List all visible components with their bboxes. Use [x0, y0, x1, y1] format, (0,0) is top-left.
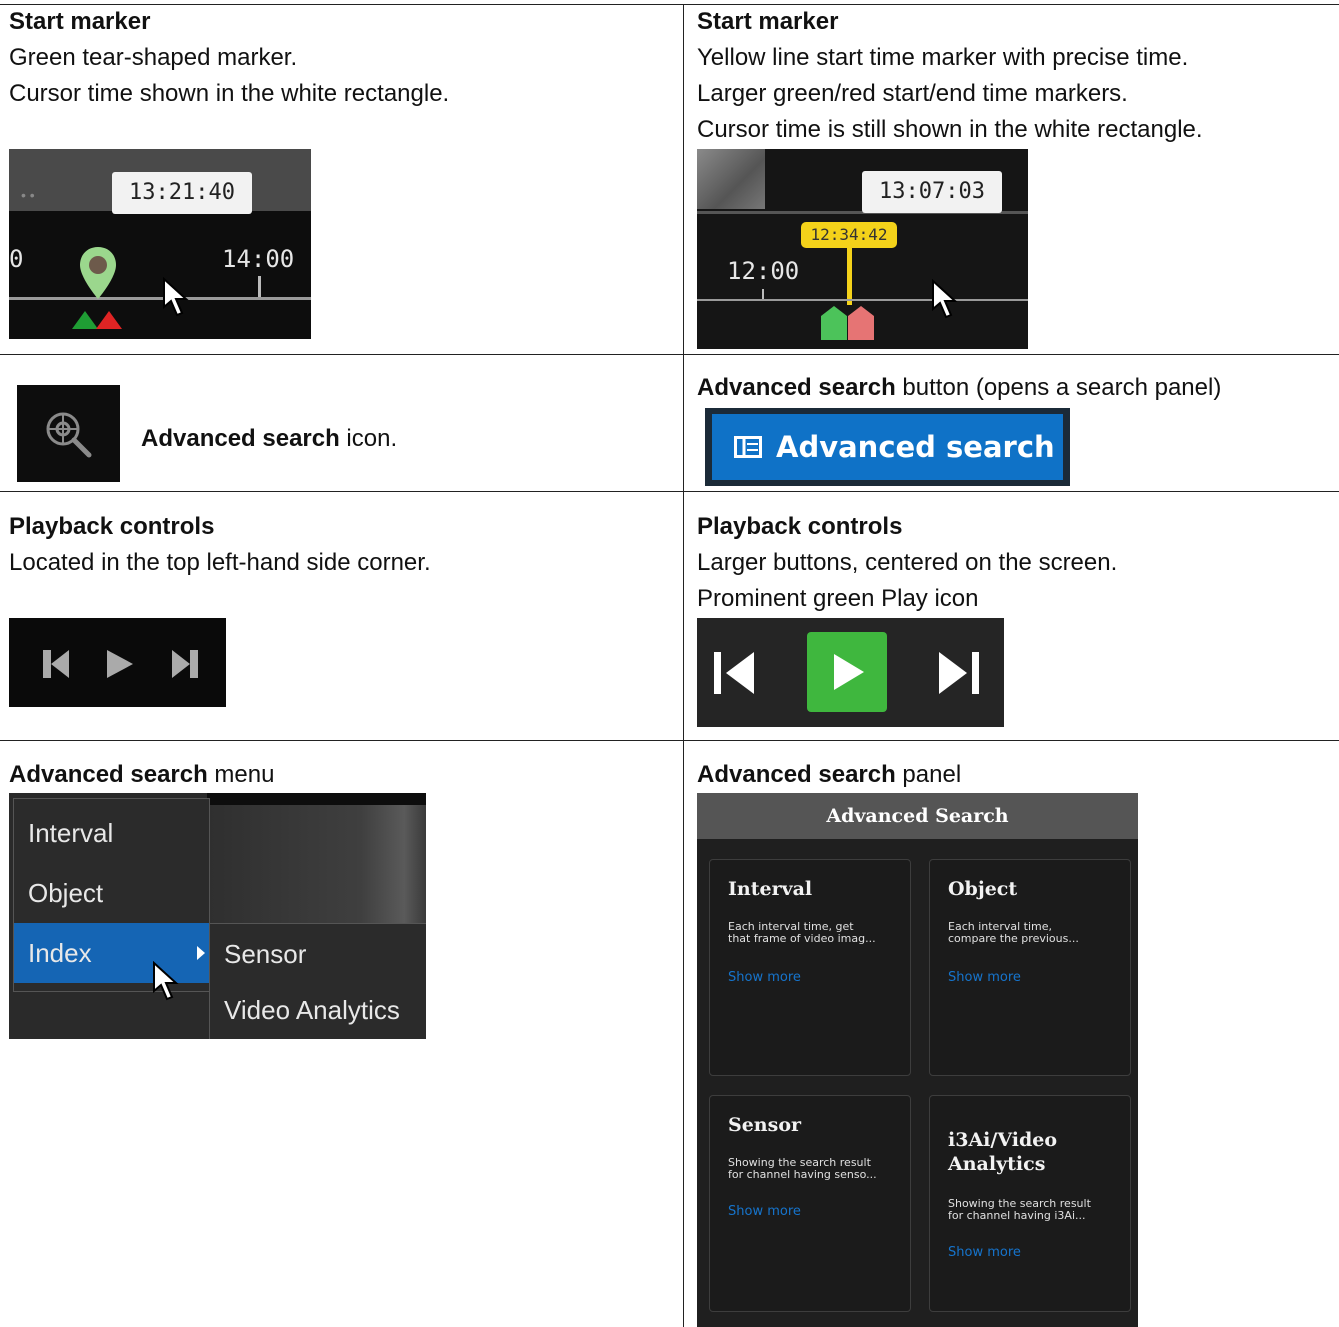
card-description: Showing the search result for channel ha…: [948, 1197, 1091, 1222]
row4-right-caption: Advanced search panel: [697, 757, 961, 793]
card-title: Sensor: [728, 1114, 802, 1136]
tick-label-left: 12:00: [727, 257, 800, 285]
card-title: i3Ai/Video Analytics: [948, 1129, 1058, 1175]
timeline-axis: [9, 297, 311, 300]
submenu-arrow-icon: [197, 946, 205, 960]
row1-right-line-2: Larger green/red start/end time markers.: [697, 80, 1128, 107]
row1-left-line-2: Cursor time shown in the white rectangle…: [9, 80, 450, 107]
panel-title: Advanced Search: [697, 793, 1138, 839]
row-divider-2: [0, 491, 1339, 492]
row1-right-heading: Start marker: [697, 8, 839, 35]
row2-right-caption: Advanced search button (opens a search p…: [697, 370, 1221, 406]
tick-label-left: 0: [9, 245, 24, 273]
show-more-link[interactable]: Show more: [948, 1245, 1021, 1260]
search-card-sensor[interactable]: Sensor Showing the search result for cha…: [709, 1095, 911, 1312]
mouse-cursor-icon: [163, 277, 189, 317]
start-time-tag: 12:34:42: [801, 222, 897, 248]
table-top-border: [0, 4, 1339, 5]
skip-forward-icon[interactable]: [939, 652, 981, 694]
tick-mark: [762, 289, 764, 299]
playback-controls-new: [697, 618, 1004, 727]
mouse-cursor-icon: [932, 279, 958, 319]
play-icon[interactable]: [107, 650, 133, 678]
video-thumbnail: [697, 149, 765, 209]
row3-right-line-1: Larger buttons, centered on the screen.: [697, 549, 1118, 576]
playback-controls-old: [9, 618, 226, 707]
submenu-item-sensor[interactable]: Sensor: [210, 924, 426, 984]
dots-icon: • •: [21, 187, 35, 203]
table-column-divider: [683, 4, 684, 1327]
row2-left-bold: Advanced search: [141, 425, 340, 452]
skip-back-icon[interactable]: [714, 652, 756, 694]
row4-right-text: panel: [895, 761, 962, 788]
search-card-video-analytics[interactable]: i3Ai/Video Analytics Showing the search …: [929, 1095, 1131, 1312]
search-card-object[interactable]: Object Each interval time, compare the p…: [929, 859, 1131, 1076]
advanced-search-icon-screenshot: [17, 385, 120, 482]
cursor-time-box: 13:07:03: [862, 171, 1002, 213]
skip-back-icon[interactable]: [43, 650, 69, 678]
row2-left-caption: Advanced search icon.: [141, 421, 397, 457]
cursor-time-box: 13:21:40: [112, 172, 252, 214]
row4-left-caption: Advanced search menu: [9, 757, 274, 793]
row3-right-line-2: Prominent green Play icon: [697, 585, 979, 612]
tick-label-right: 14:00: [222, 245, 295, 273]
card-description: Each interval time, get that frame of vi…: [728, 920, 876, 945]
play-icon: [834, 654, 864, 690]
advanced-search-button[interactable]: Advanced search: [712, 414, 1063, 480]
row3-left-line-1: Located in the top left-hand side corner…: [9, 549, 431, 576]
advanced-search-menu-screenshot: Interval Object Index Sensor Video Analy…: [9, 793, 426, 1039]
search-card-interval[interactable]: Interval Each interval time, get that fr…: [709, 859, 911, 1076]
row2-right-bold: Advanced search: [697, 374, 896, 401]
menu-item-object[interactable]: Object: [14, 863, 209, 923]
show-more-link[interactable]: Show more: [728, 1204, 801, 1219]
row3-left-heading: Playback controls: [9, 513, 215, 540]
row1-right-line-1: Yellow line start time marker with preci…: [697, 44, 1189, 71]
show-more-link[interactable]: Show more: [948, 970, 1021, 985]
row1-left-heading: Start marker: [9, 8, 151, 35]
row2-left-text: icon.: [339, 425, 398, 452]
advanced-search-panel: Advanced Search Interval Each interval t…: [697, 793, 1138, 1327]
index-submenu: Sensor Video Analytics: [209, 923, 426, 1039]
timeline-screenshot-old: • • 13:21:40 0 14:00: [9, 149, 311, 339]
submenu-item-video-analytics[interactable]: Video Analytics: [210, 980, 426, 1039]
show-more-link[interactable]: Show more: [728, 970, 801, 985]
row1-left-line-1: Green tear-shaped marker.: [9, 44, 298, 71]
tick-mark: [258, 276, 261, 297]
advanced-search-button-screenshot: Advanced search: [705, 408, 1070, 486]
timeline-screenshot-new: 13:07:03 12:34:42 12:00: [697, 149, 1028, 349]
row4-right-bold: Advanced search: [697, 761, 896, 788]
timeline-axis: [697, 299, 1028, 301]
row-divider-1: [0, 354, 1339, 355]
start-time-line[interactable]: [847, 248, 852, 305]
start-marker-pin-icon[interactable]: [78, 245, 118, 301]
start-end-triangles-icon[interactable]: [72, 309, 126, 329]
video-background: [209, 793, 426, 923]
mouse-cursor-icon: [153, 961, 179, 1001]
row3-right-heading: Playback controls: [697, 513, 903, 540]
row-divider-3: [0, 740, 1339, 741]
skip-forward-icon[interactable]: [172, 650, 198, 678]
row1-right-line-3: Cursor time is still shown in the white …: [697, 116, 1203, 143]
card-title: Object: [948, 878, 1018, 900]
play-button[interactable]: [807, 632, 887, 712]
row2-right-text: button (opens a search panel): [895, 374, 1222, 401]
menu-item-interval[interactable]: Interval: [14, 803, 209, 863]
start-end-house-markers-icon[interactable]: [821, 306, 879, 340]
row4-left-text: menu: [207, 761, 275, 788]
row4-left-bold: Advanced search: [9, 761, 208, 788]
panel-icon: [734, 436, 762, 458]
card-description: Showing the search result for channel ha…: [728, 1156, 877, 1181]
video-top-edge: [207, 793, 426, 805]
card-description: Each interval time, compare the previous…: [948, 920, 1079, 945]
card-title: Interval: [728, 878, 813, 900]
advanced-search-button-label: Advanced search: [776, 430, 1055, 464]
search-target-icon[interactable]: [43, 409, 95, 461]
